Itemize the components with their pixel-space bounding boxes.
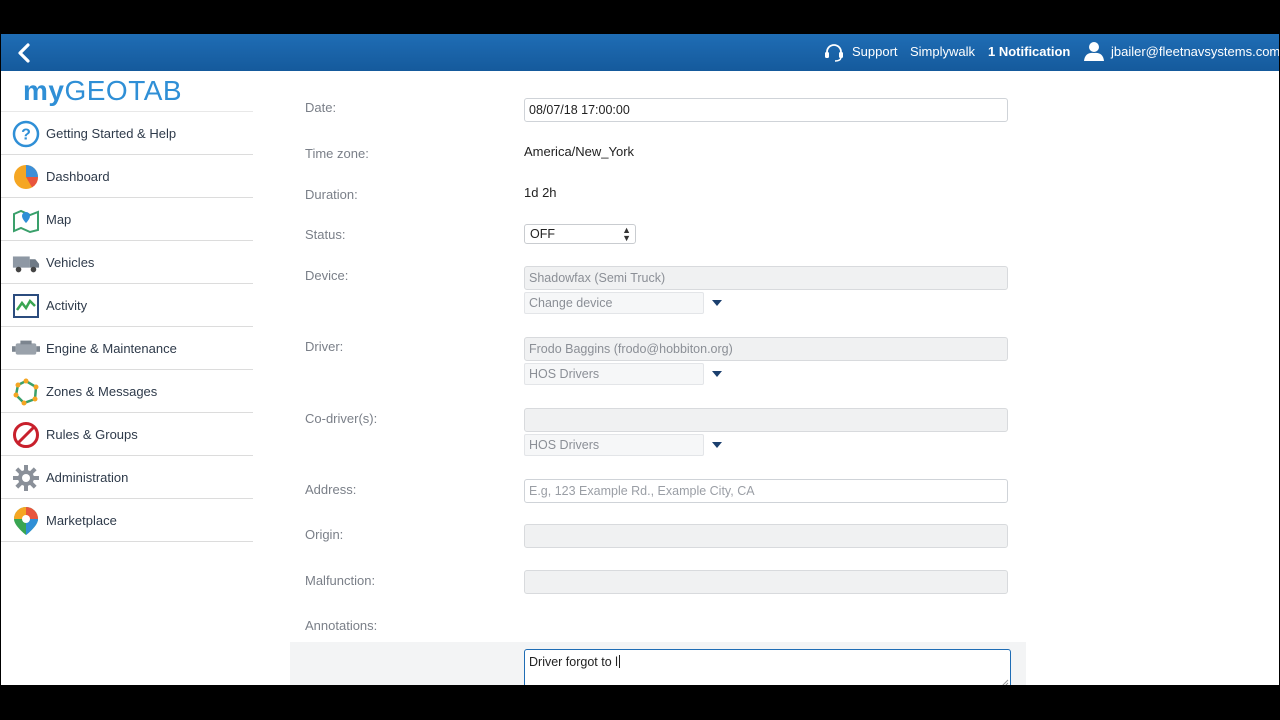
marketplace-icon — [12, 507, 40, 535]
nav-label: Getting Started & Help — [46, 125, 177, 141]
status-select[interactable]: OFF ▲ ▼ — [524, 224, 636, 244]
logo-my-text: my — [23, 75, 65, 106]
text-caret — [618, 655, 620, 668]
address-label: Address: — [305, 482, 357, 497]
malfunction-field — [524, 570, 1008, 594]
nav-item-activity[interactable]: Activity — [1, 284, 253, 327]
duration-value: 1d 2h — [524, 185, 557, 200]
dashboard-icon — [12, 163, 40, 191]
logo-geotab-text: GEOTAB — [64, 75, 183, 106]
top-bar: Support Simplywalk 1 Notification jbaile… — [1, 34, 1279, 71]
driver-field: Frodo Baggins (frodo@hobbiton.org) — [524, 337, 1008, 361]
device-label: Device: — [305, 268, 349, 283]
user-icon[interactable] — [1083, 40, 1105, 62]
timezone-value: America/New_York — [524, 144, 635, 159]
nav-label: Rules & Groups — [46, 426, 138, 442]
date-label: Date: — [305, 100, 337, 115]
nav-label: Administration — [46, 469, 129, 485]
app-window: Support Simplywalk 1 Notification jbaile… — [1, 34, 1279, 685]
nav-item-administration[interactable]: Administration — [1, 456, 253, 499]
vehicles-icon — [12, 249, 40, 277]
nav-label: Map — [46, 211, 72, 227]
back-button[interactable] — [11, 40, 37, 66]
chevron-left-icon — [18, 43, 30, 63]
codriver-group-combo[interactable]: HOS Drivers — [524, 434, 704, 456]
nav-label: Engine & Maintenance — [46, 340, 177, 356]
notification-link[interactable]: 1 Notification — [988, 44, 1070, 59]
nav-label: Marketplace — [46, 512, 117, 528]
driver-group-combo[interactable]: HOS Drivers — [524, 363, 704, 385]
codriver-field — [524, 408, 1008, 432]
timezone-label: Time zone: — [305, 146, 369, 161]
log-edit-form: Date: 08/07/18 17:00:00 Time zone: Ameri… — [253, 71, 1279, 685]
headset-icon[interactable] — [823, 42, 845, 62]
malfunction-label: Malfunction: — [305, 573, 376, 588]
support-link[interactable]: Support — [852, 44, 898, 59]
caret-down-icon[interactable] — [711, 298, 723, 308]
rules-icon — [12, 421, 40, 449]
caret-down-icon[interactable] — [711, 440, 723, 450]
company-link[interactable]: Simplywalk — [910, 44, 975, 59]
nav-item-dashboard[interactable]: Dashboard — [1, 155, 253, 198]
gear-icon — [12, 464, 40, 492]
updown-arrows-icon: ▲ ▼ — [622, 225, 631, 243]
zones-icon — [12, 378, 40, 406]
nav-label: Activity — [46, 297, 88, 313]
activity-icon — [12, 292, 40, 320]
sidebar: myGEOTAB ? Getting Started & Help Dashbo… — [1, 71, 253, 685]
engine-icon — [12, 335, 40, 363]
nav-item-engine[interactable]: Engine & Maintenance — [1, 327, 253, 370]
map-icon — [12, 206, 40, 234]
nav-item-getting-started[interactable]: ? Getting Started & Help — [1, 111, 253, 155]
nav-label: Dashboard — [46, 168, 110, 184]
annotations-label: Annotations: — [305, 618, 378, 633]
nav-item-vehicles[interactable]: Vehicles — [1, 241, 253, 284]
address-input[interactable]: E.g, 123 Example Rd., Example City, CA — [524, 479, 1008, 503]
annotations-text: Driver forgot to l — [529, 655, 618, 669]
annotations-textarea[interactable]: Driver forgot to l — [524, 649, 1011, 685]
device-field: Shadowfax (Semi Truck) — [524, 266, 1008, 290]
nav-item-marketplace[interactable]: Marketplace — [1, 499, 253, 542]
origin-label: Origin: — [305, 527, 344, 542]
nav-label: Zones & Messages — [46, 383, 158, 399]
status-label: Status: — [305, 227, 346, 242]
nav-item-map[interactable]: Map — [1, 198, 253, 241]
mygeotab-logo[interactable]: myGEOTAB — [23, 75, 182, 107]
origin-field — [524, 524, 1008, 548]
driver-label: Driver: — [305, 339, 344, 354]
nav-item-zones[interactable]: Zones & Messages — [1, 370, 253, 413]
user-account-link[interactable]: jbailer@fleetnavsystems.com — [1111, 44, 1279, 59]
resize-handle-icon[interactable] — [1001, 679, 1009, 685]
change-device-combo[interactable]: Change device — [524, 292, 704, 314]
caret-down-icon[interactable] — [711, 369, 723, 379]
status-select-value: OFF — [530, 227, 555, 241]
nav-label: Vehicles — [46, 254, 95, 270]
help-icon: ? — [12, 120, 40, 148]
codriver-label: Co-driver(s): — [305, 411, 378, 426]
nav-menu: ? Getting Started & Help Dashboard Map V… — [1, 111, 253, 542]
date-field[interactable]: 08/07/18 17:00:00 — [524, 98, 1008, 122]
nav-item-rules[interactable]: Rules & Groups — [1, 413, 253, 456]
svg-text:?: ? — [21, 127, 31, 144]
duration-label: Duration: — [305, 187, 358, 202]
